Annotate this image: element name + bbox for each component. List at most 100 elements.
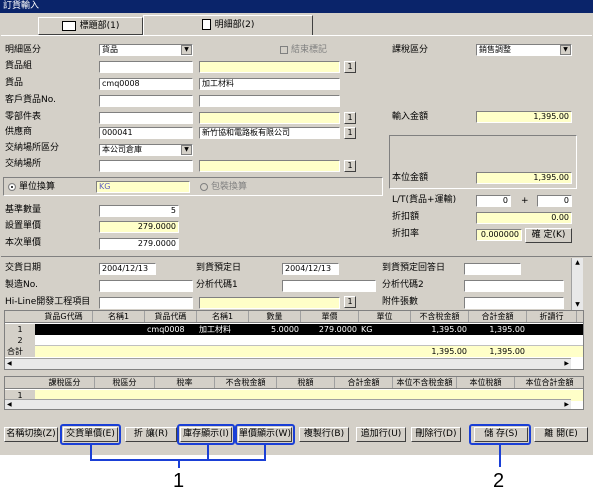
name-toggle-button[interactable]: 名稱切換(Z) — [4, 427, 58, 442]
exit-button[interactable]: 離 開(E) — [534, 427, 588, 442]
delivery-place-name — [199, 160, 340, 172]
row-number: 2 — [5, 335, 35, 346]
mfg-no-input[interactable] — [99, 280, 193, 292]
tax-grid[interactable]: 課稅區分 稅區分 稅率 不含稅金額 稅額 合計金額 本位不含稅金額 本位稅額 本… — [4, 376, 584, 410]
unit-conv-radio[interactable]: 單位換算 — [8, 181, 55, 193]
parts-input[interactable] — [99, 112, 193, 124]
analysis1-label: 分析代碼1 — [196, 280, 238, 290]
window-title: 訂貨輸入 — [0, 0, 593, 13]
total-label: 合計 — [5, 346, 35, 357]
item-group-search-button[interactable]: 1 — [344, 61, 356, 73]
grid-header: 名稱1 — [93, 311, 145, 322]
item-name-input[interactable]: 加工材料 — [199, 78, 340, 90]
input-amount-label: 輸入金額 — [392, 112, 429, 122]
local-amount-label: 本位金額 — [392, 173, 429, 183]
attach-label: 附件張數 — [382, 297, 419, 307]
hiline-input[interactable] — [99, 297, 193, 309]
analysis1-input[interactable] — [282, 280, 376, 292]
chevron-down-icon[interactable]: ▼ — [181, 45, 192, 55]
delivery-type-label: 交納場所區分 — [5, 143, 60, 153]
detail-scrollbar[interactable]: ▲ ▼ — [571, 258, 583, 312]
analysis2-label: 分析代碼2 — [382, 280, 424, 290]
chevron-down-icon[interactable]: ▼ — [181, 145, 192, 155]
customer-item-name[interactable] — [199, 95, 340, 107]
chevron-down-icon[interactable]: ▼ — [560, 45, 571, 55]
unit-conv-value: KG — [96, 181, 190, 193]
analysis2-input[interactable] — [464, 280, 564, 292]
grid-header: 單位 — [359, 311, 411, 322]
expected-date-input[interactable]: 2004/12/13 — [282, 263, 339, 275]
expected-reply-input[interactable] — [464, 263, 521, 275]
highlight-inventory-display — [177, 424, 235, 445]
detail-grid[interactable]: 貨品G代碼 名稱1 貨品代碼 名稱1 數量 單價 單位 不含稅金額 合計金額 折… — [4, 310, 584, 370]
callout-line — [264, 445, 266, 460]
callout-number-1: 1 — [173, 470, 185, 492]
scroll-right-icon[interactable]: ▶ — [564, 359, 569, 369]
grid-header: 稅區分 — [95, 377, 155, 388]
this-price-input[interactable]: 279.0000 — [99, 238, 179, 250]
parts-search-button[interactable]: 1 — [344, 112, 356, 124]
item-code-input[interactable]: cmq0008 — [99, 78, 193, 90]
hiline-name — [199, 297, 340, 309]
tab-divider — [1, 35, 592, 36]
grid-header: 不含稅金額 — [215, 377, 277, 388]
lt-value1[interactable]: 0 — [476, 195, 511, 207]
discount-button[interactable]: 折 讓(R) — [125, 427, 177, 442]
grid-header: 貨品G代碼 — [35, 311, 93, 322]
customer-item-input[interactable] — [99, 95, 193, 107]
tab-detail-label: 明細部(2) — [214, 20, 255, 30]
supplier-search-button[interactable]: 1 — [344, 127, 356, 139]
item-group-input[interactable] — [99, 61, 193, 73]
add-row-button[interactable]: 追加行(U) — [356, 427, 406, 442]
supplier-name-input[interactable]: 新竹協和電路板有限公司 — [199, 127, 340, 139]
parts-name — [199, 112, 340, 124]
discount-rate-label: 折扣率 — [392, 229, 420, 239]
scroll-left-icon[interactable]: ◀ — [7, 400, 12, 409]
order-date-input[interactable]: 2004/12/13 — [99, 263, 156, 275]
radio-checked-icon — [8, 182, 16, 191]
discount-amount-value: 0.00 — [476, 212, 572, 224]
set-price-value: 279.0000 — [99, 221, 179, 233]
grid-header: 名稱1 — [197, 311, 249, 322]
set-price-label: 設置單價 — [5, 221, 42, 231]
document-icon — [201, 19, 211, 30]
delivery-place-search-button[interactable]: 1 — [344, 160, 356, 172]
detail-grid-hscrollbar[interactable]: ◀ ▶ — [5, 358, 571, 369]
tax-type-select[interactable]: 銷售調整 — [476, 44, 572, 56]
callout-line — [207, 445, 209, 460]
delete-row-button[interactable]: 刪除行(D) — [411, 427, 461, 442]
scroll-right-icon[interactable]: ▶ — [564, 400, 569, 409]
grid-header: 不含稅金額 — [411, 311, 469, 322]
item-group-name — [199, 61, 340, 73]
grid-cell: cmq0008 — [147, 325, 185, 334]
supplier-label: 供應商 — [5, 127, 33, 137]
tab-header-label: 標題部(1) — [79, 21, 120, 31]
table-row[interactable]: 2 — [5, 335, 583, 346]
detail-type-label: 明細區分 — [5, 45, 42, 55]
table-row[interactable]: 1 cmq0008 加工材料 5.0000 279.0000 KG 1,395.… — [5, 324, 583, 335]
delivery-type-select[interactable]: 本公司倉庫 — [99, 144, 193, 156]
closed-checkbox: 結束標記 — [280, 44, 327, 56]
confirm-button[interactable]: 確 定(K) — [525, 228, 572, 243]
scroll-down-icon[interactable]: ▼ — [572, 300, 583, 310]
customer-item-label: 客戶貨品No. — [5, 95, 56, 105]
tab-detail[interactable]: 明細部(2) — [143, 15, 313, 35]
delivery-place-input[interactable] — [99, 160, 193, 172]
callout-line — [499, 445, 501, 467]
scroll-left-icon[interactable]: ◀ — [7, 359, 12, 369]
copy-row-button[interactable]: 複製行(B) — [299, 427, 349, 442]
detail-type-select[interactable]: 貨品 — [99, 44, 193, 56]
scroll-up-icon[interactable]: ▲ — [572, 258, 583, 268]
closed-label: 結束標記 — [291, 45, 328, 55]
base-qty-input[interactable]: 5 — [99, 205, 179, 217]
supplier-code-input[interactable]: 000041 — [99, 127, 193, 139]
tab-header[interactable]: 標題部(1) — [38, 17, 143, 35]
attach-input[interactable] — [464, 297, 564, 309]
discount-amount-label: 折扣額 — [392, 212, 420, 222]
total-sum: 1,395.00 — [489, 347, 525, 356]
expected-reply-label: 到貨預定回答日 — [382, 263, 446, 273]
unit-conversion-group — [3, 177, 383, 196]
hiline-search-button[interactable]: 1 — [344, 296, 356, 308]
tax-grid-hscrollbar[interactable]: ◀ ▶ — [5, 399, 571, 409]
lt-value2[interactable]: 0 — [537, 195, 572, 207]
